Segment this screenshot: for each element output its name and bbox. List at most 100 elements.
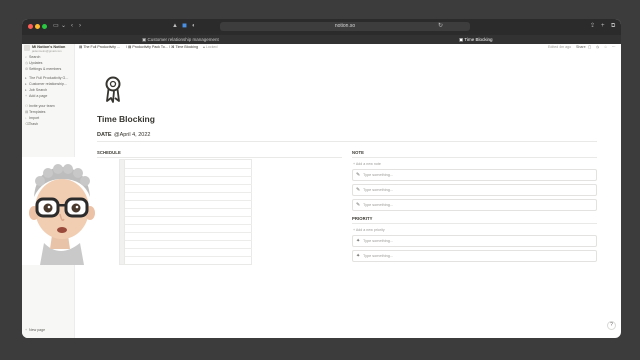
locked-badge[interactable]: 🔒︎ Locked bbox=[203, 44, 218, 50]
note-item[interactable]: ✎ Type something... bbox=[352, 169, 597, 181]
edit-icon: ✎ bbox=[356, 187, 361, 193]
sidebar-item-label: Settings & members bbox=[29, 67, 62, 71]
sidebar-item-import[interactable]: ↓ Import bbox=[25, 116, 39, 121]
sidebar-item-label: Invite your team bbox=[29, 104, 55, 108]
sparkle-icon: ✦ bbox=[356, 238, 361, 244]
new-page-button[interactable]: + New page bbox=[25, 328, 45, 333]
sidebar-toggle-icon[interactable]: ▭ bbox=[53, 23, 59, 30]
back-arrow-icon[interactable]: ‹ bbox=[71, 23, 73, 30]
breadcrumb-label: Productivity Pack To... bbox=[132, 45, 168, 49]
memoji-avatar bbox=[22, 157, 97, 265]
edit-icon: ✎ bbox=[356, 202, 361, 208]
sidebar-item-updates[interactable]: ◷Updates bbox=[25, 61, 42, 66]
schedule-row-line bbox=[125, 248, 252, 249]
divider bbox=[97, 157, 342, 158]
schedule-row-line bbox=[125, 216, 252, 217]
priority-placeholder: Type something... bbox=[363, 239, 393, 243]
note-heading: NOTE bbox=[352, 150, 365, 155]
divider bbox=[352, 157, 597, 158]
edit-icon: ✎ bbox=[356, 172, 361, 178]
sidebar-item-label: Search bbox=[29, 55, 41, 59]
add-note-button[interactable]: + Add a new note bbox=[353, 162, 381, 166]
new-tab-icon[interactable]: + bbox=[601, 23, 605, 30]
browser-tabbar: ▣ Customer relationship management ▣ Tim… bbox=[22, 35, 621, 44]
browser-window: ▭ ⌄ ‹ › ▲ ◼ ◐ notion.so ↻ ⇪ + ⧉ ▣ Custom… bbox=[22, 19, 621, 338]
share-button[interactable]: Share bbox=[576, 44, 586, 50]
url-text: notion.so bbox=[334, 23, 356, 29]
priority-heading: PRIORITY bbox=[352, 216, 373, 221]
tab-customer-relationship[interactable]: ▣ Customer relationship management bbox=[142, 36, 219, 43]
clock-icon[interactable]: ◷ bbox=[596, 44, 599, 50]
share-icon[interactable]: ⇪ bbox=[590, 23, 595, 30]
schedule-table[interactable] bbox=[119, 159, 252, 265]
workspace-email: jadenmetro@gmail.com bbox=[32, 49, 62, 53]
close-window-button[interactable] bbox=[28, 24, 33, 29]
schedule-row-line bbox=[125, 168, 252, 169]
schedule-row-line bbox=[125, 224, 252, 225]
new-page-label: New page bbox=[29, 328, 46, 332]
sidebar-item-settings[interactable]: ⚙Settings & members bbox=[25, 67, 61, 72]
schedule-row-line bbox=[125, 176, 252, 177]
schedule-row-line bbox=[125, 256, 252, 257]
tab-time-blocking[interactable]: ▣ Time Blocking bbox=[459, 36, 493, 43]
date-value[interactable]: @April 4, 2022 bbox=[114, 132, 150, 138]
page-topbar: ▤ The Full Productivity ... / ▤ Producti… bbox=[75, 44, 621, 50]
sidebar-item-label: Updates bbox=[29, 61, 43, 65]
sidebar-item-label: Templates bbox=[29, 110, 46, 114]
extension-icon[interactable]: ▲ bbox=[172, 23, 178, 30]
comments-icon[interactable]: ▢ bbox=[588, 44, 591, 50]
note-placeholder: Type something... bbox=[363, 203, 393, 207]
more-options-icon[interactable]: ⋯ bbox=[612, 44, 616, 50]
forward-arrow-icon[interactable]: › bbox=[79, 23, 81, 30]
add-priority-button[interactable]: + Add a new priority bbox=[353, 228, 385, 232]
sidebar-item-label: The Full Productivity G... bbox=[29, 76, 69, 80]
sparkle-icon: ✦ bbox=[356, 253, 361, 259]
sidebar-item-search[interactable]: ⌕ Search bbox=[25, 55, 40, 60]
priority-item[interactable]: ✦ Type something... bbox=[352, 250, 597, 262]
schedule-row-line bbox=[125, 192, 252, 193]
date-label: DATE bbox=[97, 132, 112, 138]
priority-item[interactable]: ✦ Type something... bbox=[352, 235, 597, 247]
zoom-window-button[interactable] bbox=[42, 24, 47, 29]
edited-timestamp: Edited 4m ago bbox=[548, 45, 572, 49]
note-placeholder: Type something... bbox=[363, 173, 393, 177]
address-bar[interactable]: notion.so bbox=[220, 22, 470, 31]
sidebar-item-job-search[interactable]: ▸ Job Search bbox=[25, 88, 47, 93]
workspace-avatar[interactable] bbox=[24, 45, 30, 51]
sidebar-item-productivity-guide[interactable]: ▸ The Full Productivity G... bbox=[25, 76, 68, 81]
award-ribbon-icon[interactable] bbox=[102, 75, 124, 105]
star-icon[interactable]: ☆ bbox=[604, 44, 607, 50]
sidebar-item-crm[interactable]: ▸ Customer relationship... bbox=[25, 82, 67, 87]
sidebar-item-trash[interactable]: ⌫Trash bbox=[25, 122, 38, 127]
theme-icon[interactable]: ◐ bbox=[192, 23, 196, 30]
sidebar-item-label: Add a page bbox=[29, 94, 48, 98]
divider bbox=[97, 141, 597, 142]
schedule-row-line bbox=[125, 208, 252, 209]
sidebar-item-label: Import bbox=[29, 116, 40, 120]
breadcrumb-productivity-pack[interactable]: / ▤ Productivity Pack To... bbox=[126, 44, 168, 50]
note-item[interactable]: ✎ Type something... bbox=[352, 184, 597, 196]
breadcrumb-time-blocking[interactable]: / ⌘ Time Blocking bbox=[169, 44, 198, 50]
extension-icon[interactable]: ◼ bbox=[182, 23, 187, 30]
reload-icon[interactable]: ↻ bbox=[438, 23, 443, 30]
tab-label: Time Blocking bbox=[464, 37, 493, 42]
schedule-row-line bbox=[125, 200, 252, 201]
schedule-heading: SCHEDULE bbox=[97, 150, 121, 155]
sidebar-item-add-page[interactable]: + Add a page bbox=[25, 94, 47, 99]
tab-label: Customer relationship management bbox=[147, 37, 219, 42]
breadcrumb-productivity-guide[interactable]: ▤ The Full Productivity ... bbox=[79, 44, 120, 50]
priority-placeholder: Type something... bbox=[363, 254, 393, 258]
sidebar-item-invite[interactable]: ⚇Invite your team bbox=[25, 104, 55, 109]
help-button[interactable]: ? bbox=[607, 321, 616, 330]
tab-overview-icon[interactable]: ⧉ bbox=[611, 23, 615, 30]
minimize-window-button[interactable] bbox=[35, 24, 40, 29]
sidebar-item-templates[interactable]: ▤Templates bbox=[25, 110, 45, 115]
note-placeholder: Type something... bbox=[363, 188, 393, 192]
page-title[interactable]: Time Blocking bbox=[97, 114, 155, 124]
note-item[interactable]: ✎ Type something... bbox=[352, 199, 597, 211]
chevron-down-icon[interactable]: ⌄ bbox=[61, 23, 66, 30]
browser-titlebar: ▭ ⌄ ‹ › ▲ ◼ ◐ notion.so ↻ ⇪ + ⧉ bbox=[22, 19, 621, 35]
sidebar-item-label: Trash bbox=[29, 122, 39, 126]
schedule-row-line bbox=[125, 232, 252, 233]
schedule-row-line bbox=[125, 184, 252, 185]
